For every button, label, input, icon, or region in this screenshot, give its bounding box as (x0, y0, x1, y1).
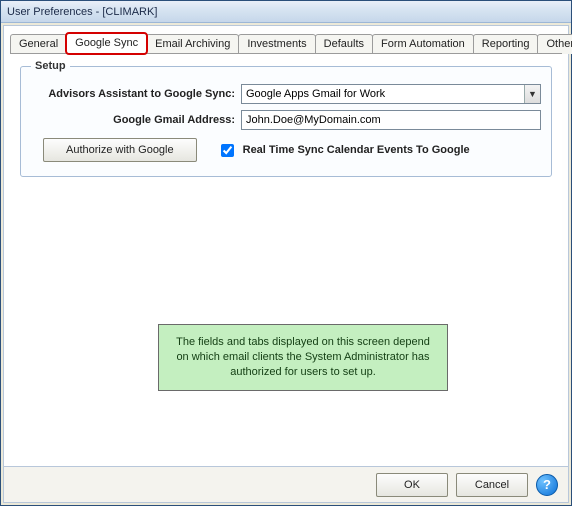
titlebar: User Preferences - [CLIMARK] (1, 1, 571, 23)
authorize-with-google-button[interactable]: Authorize with Google (43, 138, 197, 162)
tab-google-sync[interactable]: Google Sync (66, 33, 147, 54)
realtime-sync-checkbox[interactable] (221, 144, 234, 157)
window-title: User Preferences - [CLIMARK] (7, 6, 157, 18)
footer: OK Cancel ? (4, 466, 568, 502)
setup-group: Setup Advisors Assistant to Google Sync:… (20, 60, 552, 177)
help-icon[interactable]: ? (536, 474, 558, 496)
row-aa-to-google: Advisors Assistant to Google Sync: ▼ (31, 84, 541, 104)
row-actions: Authorize with Google Real Time Sync Cal… (43, 138, 541, 162)
tab-defaults[interactable]: Defaults (315, 34, 373, 54)
chevron-down-icon[interactable]: ▼ (524, 85, 540, 103)
tab-reporting[interactable]: Reporting (473, 34, 539, 54)
setup-legend: Setup (31, 60, 70, 72)
tab-other-passwords[interactable]: Other Passwords (537, 34, 572, 54)
ok-button[interactable]: OK (376, 473, 448, 497)
client-area: General Google Sync Email Archiving Inve… (3, 25, 569, 503)
cancel-button[interactable]: Cancel (456, 473, 528, 497)
preferences-window: User Preferences - [CLIMARK] General Goo… (0, 0, 572, 506)
realtime-sync-wrap[interactable]: Real Time Sync Calendar Events To Google (217, 141, 470, 160)
info-note: The fields and tabs displayed on this sc… (158, 324, 448, 391)
tab-general[interactable]: General (10, 34, 67, 54)
realtime-sync-label: Real Time Sync Calendar Events To Google (243, 144, 470, 156)
tab-investments[interactable]: Investments (238, 34, 315, 54)
aa-to-google-label: Advisors Assistant to Google Sync: (31, 88, 241, 100)
tab-email-archiving[interactable]: Email Archiving (146, 34, 239, 54)
tab-form-automation[interactable]: Form Automation (372, 34, 474, 54)
aa-to-google-combo[interactable]: ▼ (241, 84, 541, 104)
aa-to-google-value[interactable] (241, 84, 541, 104)
row-gmail-address: Google Gmail Address: (31, 110, 541, 130)
gmail-address-field[interactable] (241, 110, 541, 130)
tabstrip: General Google Sync Email Archiving Inve… (4, 26, 568, 53)
tab-body: Setup Advisors Assistant to Google Sync:… (10, 53, 562, 466)
gmail-label: Google Gmail Address: (31, 114, 241, 126)
